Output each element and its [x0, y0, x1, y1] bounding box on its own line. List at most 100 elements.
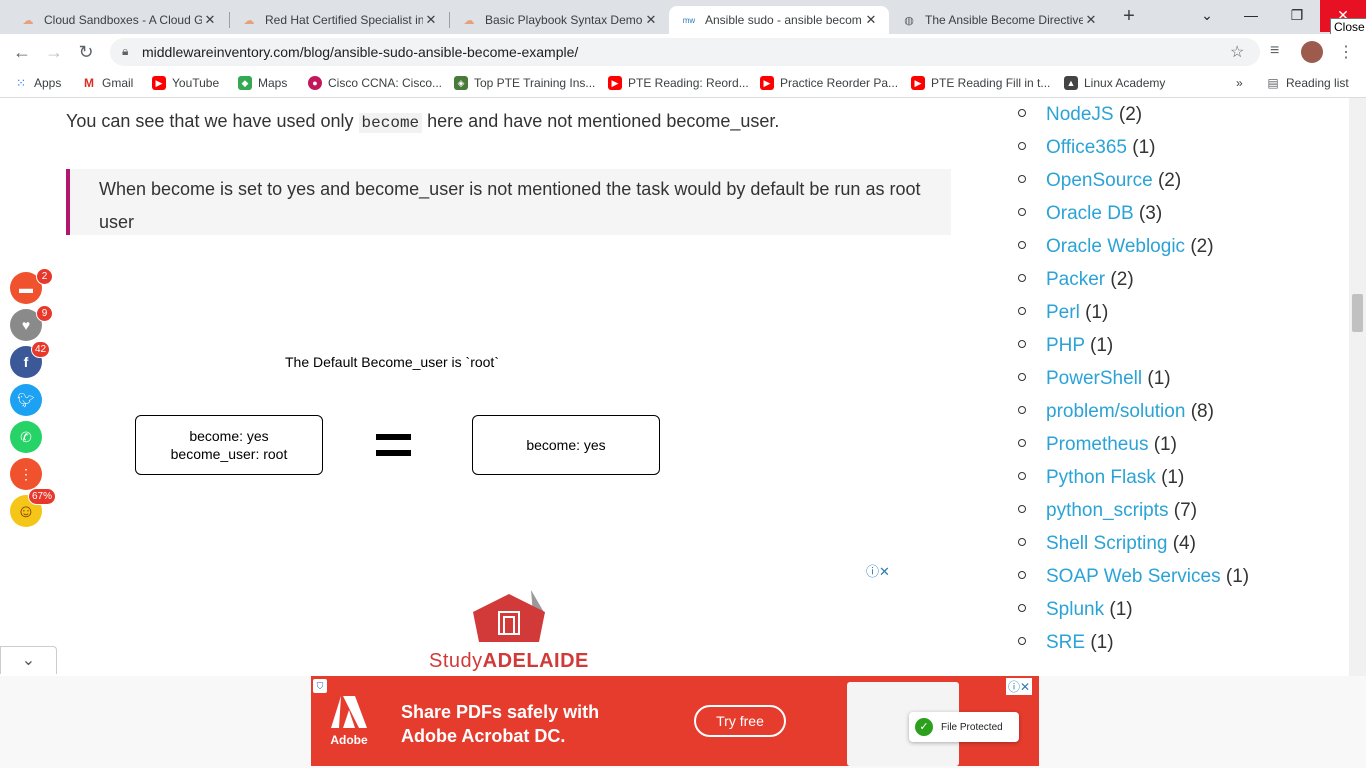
study-adelaide-wordmark[interactable]: StudyADELAIDE	[429, 650, 589, 673]
bookmark-gmail[interactable]: M Gmail	[82, 76, 133, 90]
category-item[interactable]: Perl (1)	[1018, 302, 1108, 324]
restore-icon[interactable]: ❐	[1274, 0, 1320, 32]
close-tab-icon[interactable]: ✕	[1083, 12, 1099, 28]
new-tab-button[interactable]: +	[1118, 6, 1140, 28]
category-item[interactable]: PowerShell (1)	[1018, 368, 1171, 390]
bookmarks-more-button[interactable]: »	[1236, 76, 1243, 90]
category-item[interactable]: Oracle Weblogic (2)	[1018, 236, 1214, 258]
reload-icon[interactable]: ↻	[72, 38, 100, 66]
bookmark-cisco[interactable]: ● Cisco CCNA: Cisco...	[308, 76, 442, 90]
collapse-chevron-down-icon[interactable]: ⌄	[0, 646, 57, 674]
minimize-icon[interactable]: —	[1228, 0, 1274, 32]
category-item[interactable]: Oracle DB (3)	[1018, 203, 1162, 225]
bullet-icon	[1018, 174, 1026, 183]
close-tab-icon[interactable]: ✕	[423, 12, 439, 28]
category-link[interactable]: Shell Scripting	[1046, 533, 1167, 554]
study-adelaide-logo[interactable]	[473, 590, 545, 646]
more-share-icon[interactable]: ⋮	[10, 458, 42, 490]
category-link[interactable]: problem/solution	[1046, 401, 1185, 422]
category-item[interactable]: Office365 (1)	[1018, 137, 1156, 159]
ad-choices-close-icon[interactable]: ⓘ✕	[1006, 678, 1033, 695]
back-icon[interactable]: ←	[8, 38, 36, 66]
article-paragraph: You can see that we have used only becom…	[66, 111, 779, 133]
ad-shield-icon[interactable]: ⛉	[313, 679, 327, 693]
category-item[interactable]: SRE (1)	[1018, 632, 1114, 654]
category-item[interactable]: Splunk (1)	[1018, 599, 1133, 621]
category-item[interactable]: Shell Scripting (4)	[1018, 533, 1196, 555]
category-item[interactable]: NodeJS (2)	[1018, 104, 1142, 126]
category-count: (4)	[1172, 533, 1196, 554]
globe-icon: ◍	[904, 14, 914, 27]
bookmark-maps[interactable]: ◆ Maps	[238, 76, 287, 90]
bookmark-practice-reorder[interactable]: ▶ Practice Reorder Pa...	[760, 76, 898, 90]
close-tab-icon[interactable]: ✕	[863, 12, 879, 28]
tab-title: Basic Playbook Syntax Demor	[485, 13, 643, 27]
tab-basic-playbook[interactable]: ☁ Basic Playbook Syntax Demor ✕	[449, 6, 669, 34]
tab-cloud-sandboxes[interactable]: ☁ Cloud Sandboxes - A Cloud G ✕	[8, 6, 228, 34]
category-link[interactable]: OpenSource	[1046, 170, 1153, 191]
apps-grid-icon: ⁙	[15, 76, 27, 90]
media-control-icon[interactable]: ≡	[1270, 42, 1279, 60]
blockquote: When become is set to yes and become_use…	[66, 169, 951, 235]
category-link[interactable]: Office365	[1046, 137, 1127, 158]
profile-avatar[interactable]	[1301, 41, 1323, 63]
category-link[interactable]: SRE	[1046, 632, 1085, 653]
category-link[interactable]: Prometheus	[1046, 434, 1148, 455]
ad-info-close-icon[interactable]: ⓘ✕	[866, 561, 890, 580]
bookmark-linux-academy[interactable]: ▲ Linux Academy	[1064, 76, 1165, 90]
page-scrollbar[interactable]	[1349, 98, 1366, 676]
category-link[interactable]: PHP	[1046, 335, 1085, 356]
category-item[interactable]: PHP (1)	[1018, 335, 1113, 357]
twitter-icon[interactable]: 🐦︎	[10, 384, 42, 416]
category-item[interactable]: problem/solution (8)	[1018, 401, 1214, 423]
category-link[interactable]: Python Flask	[1046, 467, 1156, 488]
bookmark-youtube[interactable]: ▶ YouTube	[152, 76, 219, 90]
menu-kebab-icon[interactable]: ⋮	[1338, 42, 1354, 62]
bullet-icon	[1018, 306, 1026, 315]
try-free-button[interactable]: Try free	[694, 705, 786, 737]
category-link[interactable]: Oracle DB	[1046, 203, 1134, 224]
adobe-ad-banner[interactable]: Adobe Share PDFs safely with Adobe Acrob…	[311, 676, 1039, 766]
category-link[interactable]: SOAP Web Services	[1046, 566, 1221, 587]
category-link[interactable]: PowerShell	[1046, 368, 1142, 389]
lock-icon[interactable]: 🔒︎	[122, 44, 128, 59]
youtube-icon: ▶	[608, 76, 622, 90]
bookmark-apps[interactable]: ⁙ Apps	[14, 76, 61, 90]
adobe-brand-text: Adobe	[330, 733, 368, 747]
close-tab-icon[interactable]: ✕	[643, 12, 659, 28]
category-item[interactable]: python_scripts (7)	[1018, 500, 1197, 522]
whatsapp-icon[interactable]: ✆	[10, 421, 42, 453]
category-link[interactable]: NodeJS	[1046, 104, 1114, 125]
tab-red-hat[interactable]: ☁ Red Hat Certified Specialist in ✕	[229, 6, 449, 34]
category-item[interactable]: Python Flask (1)	[1018, 467, 1184, 489]
category-link[interactable]: Splunk	[1046, 599, 1104, 620]
cloud-icon: ☁	[463, 14, 475, 27]
bookmark-top-pte[interactable]: ◈ Top PTE Training Ins...	[454, 76, 595, 90]
scrollbar-thumb[interactable]	[1352, 294, 1363, 332]
tab-search-icon[interactable]: ⌄	[1184, 0, 1230, 32]
bookmark-pte-reading[interactable]: ▶ PTE Reading: Reord...	[608, 76, 749, 90]
bullet-icon	[1018, 570, 1026, 579]
category-count: (3)	[1138, 203, 1163, 224]
category-item[interactable]: OpenSource (2)	[1018, 170, 1181, 192]
category-item[interactable]: Prometheus (1)	[1018, 434, 1177, 456]
cloud-icon: ☁	[22, 14, 34, 27]
inline-code: become	[358, 113, 423, 133]
category-count: (1)	[1085, 302, 1109, 323]
category-link[interactable]: Perl	[1046, 302, 1080, 323]
adobe-logo: Adobe	[329, 694, 369, 750]
url-text[interactable]: middlewareinventory.com/blog/ansible-sud…	[142, 44, 578, 60]
category-item[interactable]: Packer (2)	[1018, 269, 1134, 291]
forward-icon[interactable]: →	[40, 38, 68, 66]
tab-become-directive[interactable]: ◍ The Ansible Become Directive ✕	[889, 6, 1109, 34]
category-link[interactable]: Packer	[1046, 269, 1105, 290]
close-tab-icon[interactable]: ✕	[202, 12, 218, 28]
category-link[interactable]: Oracle Weblogic	[1046, 236, 1185, 257]
category-item[interactable]: SOAP Web Services (1)	[1018, 566, 1249, 588]
category-link[interactable]: python_scripts	[1046, 500, 1169, 521]
bookmark-pte-fill[interactable]: ▶ PTE Reading Fill in t...	[911, 76, 1050, 90]
bookmark-star-icon[interactable]: ☆	[1230, 42, 1244, 62]
tab-ansible-sudo[interactable]: mw Ansible sudo - ansible becom ✕	[669, 6, 889, 34]
maps-icon: ◆	[238, 76, 252, 90]
reading-list-button[interactable]: ▤ Reading list	[1266, 76, 1348, 90]
